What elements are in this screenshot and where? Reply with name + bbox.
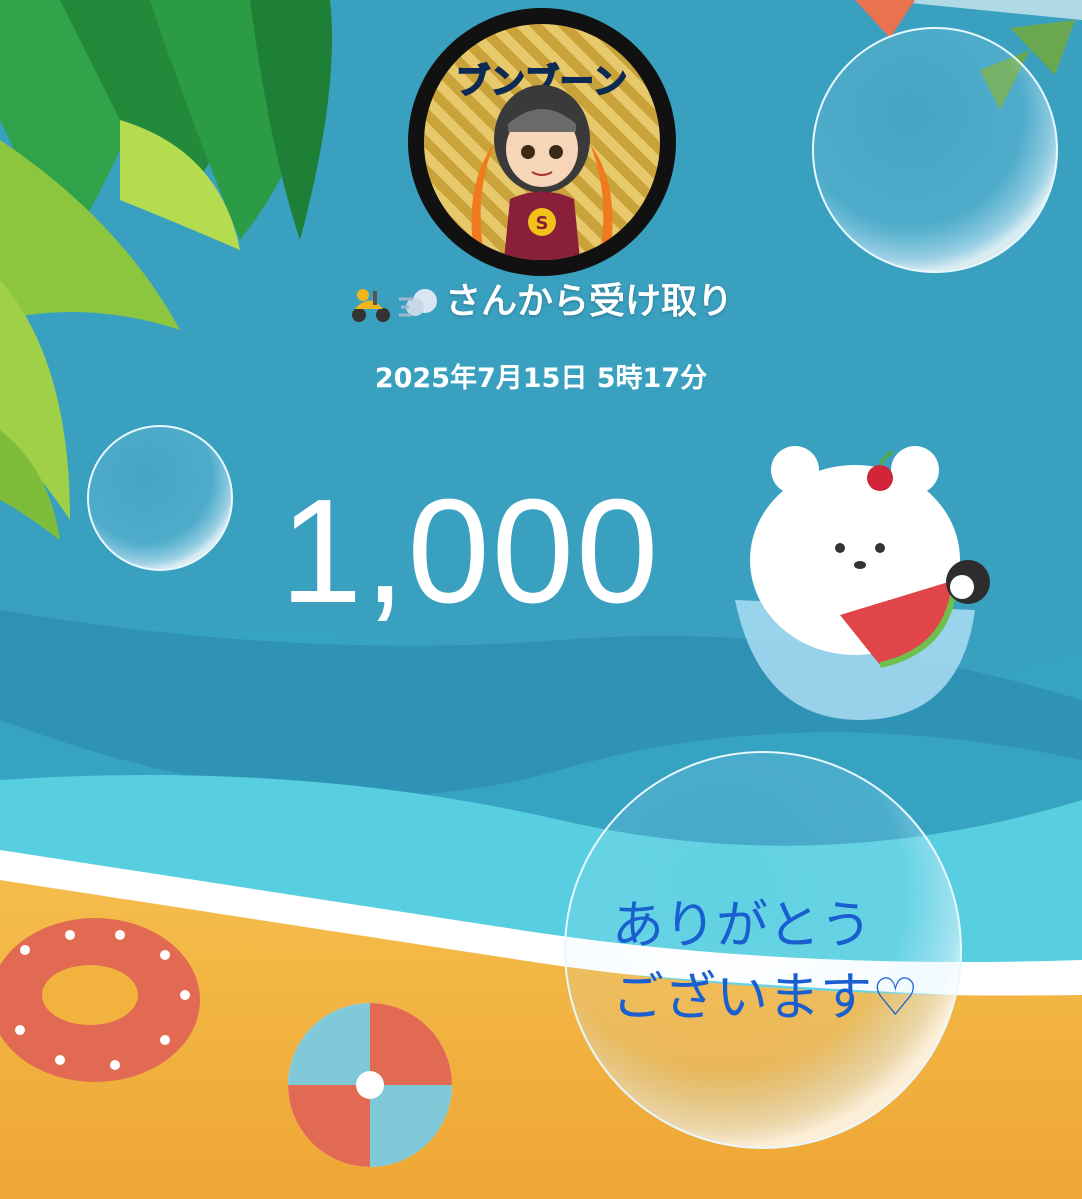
avatar-emblem-letter: S: [536, 213, 549, 234]
dash-icon: [398, 289, 437, 317]
sender-avatar[interactable]: ブンブーン S: [408, 8, 676, 276]
thank-you-message: ありがとう ございます♡: [612, 890, 919, 1034]
received-datetime: 2025年7月15日 5時17分: [374, 363, 708, 394]
avatar-image: ブンブーン S: [424, 24, 660, 260]
beach-ball: [288, 1003, 452, 1167]
sender-label: さんから受け取り: [444, 281, 733, 322]
money-received-screen: ブンブーン S さんから受け取り 2025年7月15日 5時17分 1,000 …: [0, 0, 1082, 1199]
thank-you-line-1: ありがとう: [612, 896, 873, 956]
thank-you-line-2: ございます♡: [612, 968, 919, 1028]
rider-character-illustration: S: [471, 85, 613, 260]
amount-value: 1,000: [280, 469, 661, 634]
sender-line: さんから受け取り: [0, 272, 1082, 325]
scooter-icon: [351, 289, 390, 322]
